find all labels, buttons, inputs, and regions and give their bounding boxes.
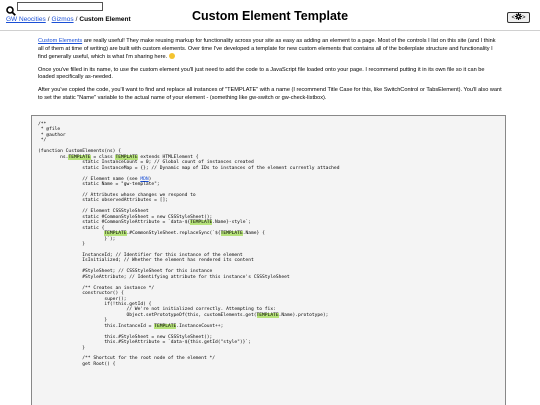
header-divider bbox=[0, 30, 540, 31]
template-token-highlight: TEMPLATE bbox=[220, 231, 243, 237]
mdn-link[interactable]: MDN bbox=[140, 177, 148, 182]
template-token-highlight: TEMPLATE bbox=[68, 154, 91, 160]
smiley-icon bbox=[168, 53, 175, 60]
page-title: Custom Element Template bbox=[191, 9, 349, 23]
settings-button[interactable]: < > bbox=[507, 12, 530, 23]
intro-section: Custom Elements are really useful! They … bbox=[38, 38, 502, 107]
chevron-right-icon: > bbox=[522, 14, 526, 21]
template-token-highlight: TEMPLATE bbox=[256, 312, 279, 318]
intro-paragraph-3: After you've copied the code, you'll wan… bbox=[38, 86, 502, 101]
gear-icon bbox=[515, 13, 522, 22]
code-line: get Root() { bbox=[38, 361, 116, 367]
intro-paragraph-1-text: are really useful! They make reusing mar… bbox=[38, 38, 496, 61]
template-token-highlight: TEMPLATE bbox=[154, 323, 177, 329]
code-line: static InstanceMap = {}; // Dynamic map … bbox=[38, 165, 340, 171]
template-token-highlight: TEMPLATE bbox=[104, 231, 127, 237]
custom-elements-link[interactable]: Custom Elements bbox=[38, 38, 82, 44]
template-token-highlight: TEMPLATE bbox=[115, 154, 138, 160]
code-block[interactable]: /** * @file * @author */ (function Custo… bbox=[31, 115, 506, 405]
template-token-highlight: TEMPLATE bbox=[190, 220, 213, 226]
code-text: /** * @file * @author */ (function Custo… bbox=[38, 122, 339, 367]
intro-paragraph-1: Custom Elements are really useful! They … bbox=[38, 38, 502, 62]
intro-paragraph-2: Once you've filled in its name, to use t… bbox=[38, 66, 485, 81]
